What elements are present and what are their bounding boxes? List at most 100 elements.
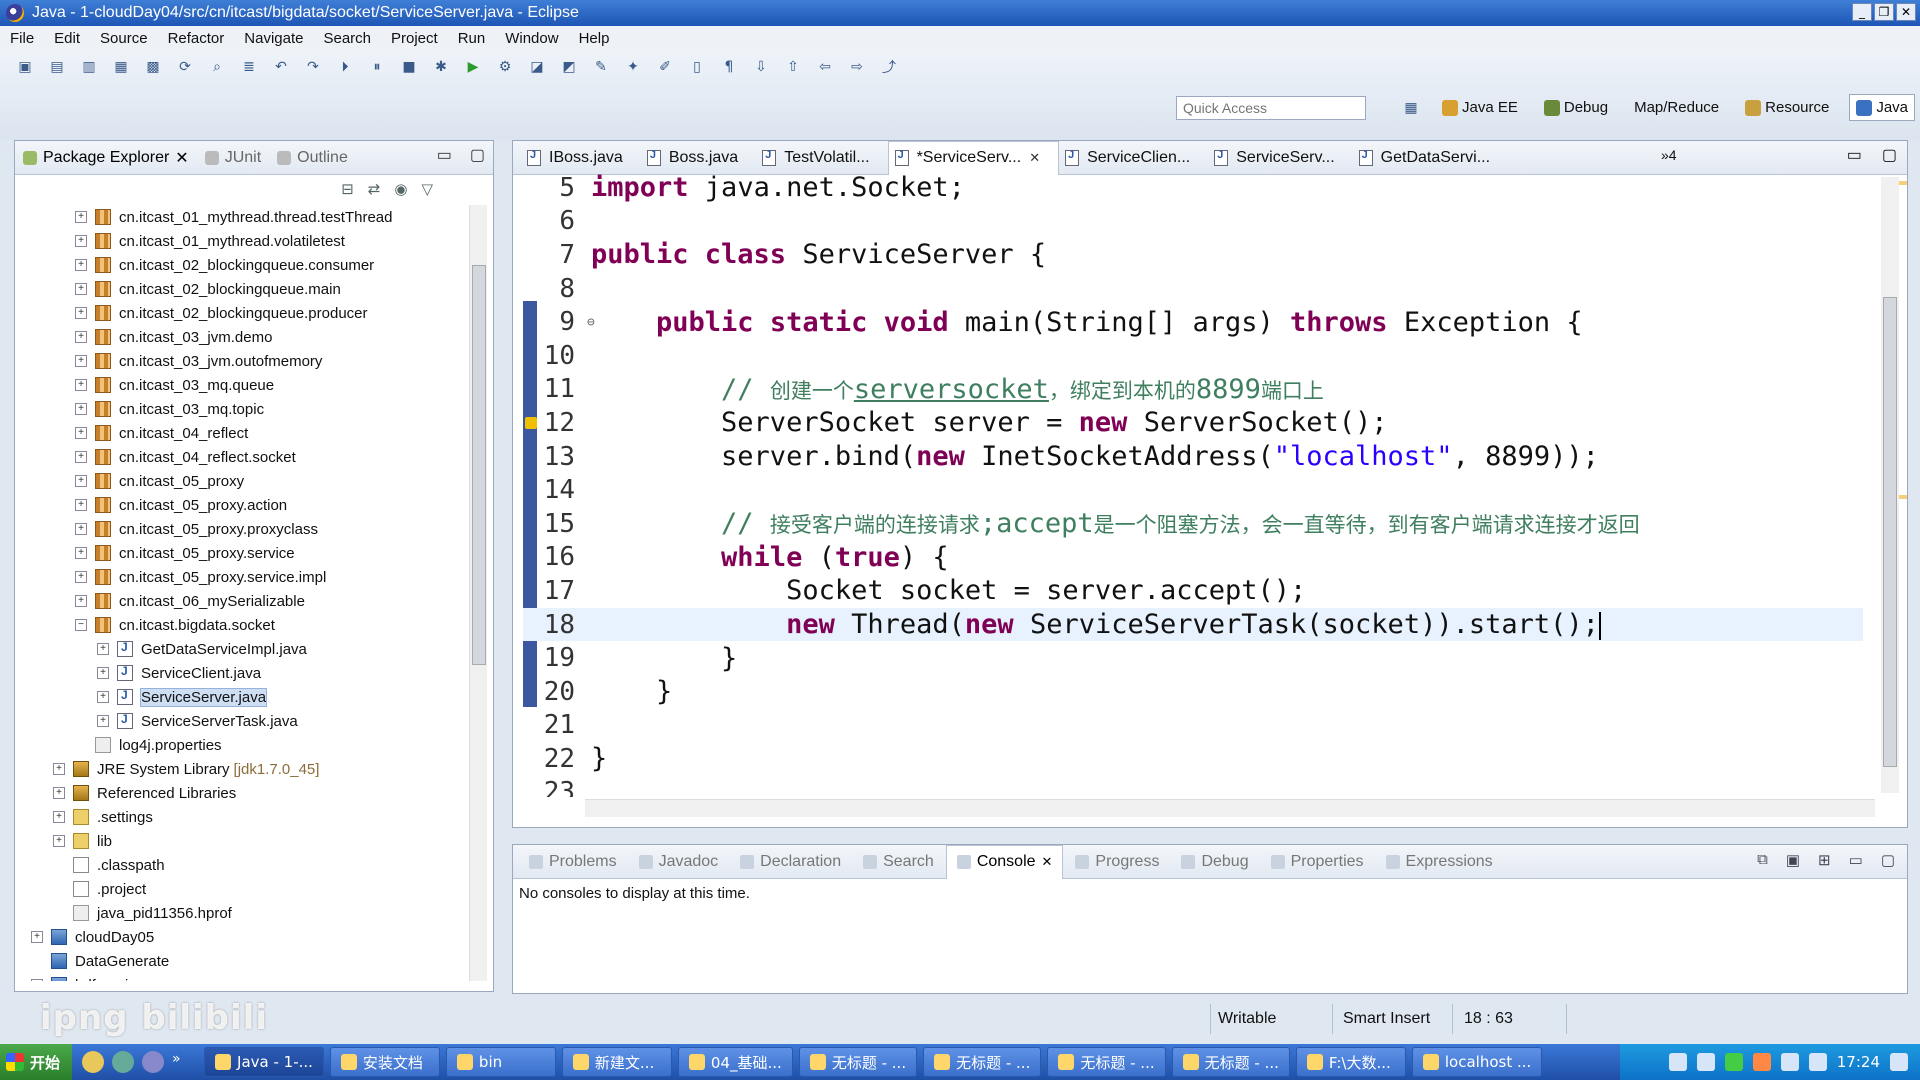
taskbar-task[interactable]: F:\大数... bbox=[1295, 1047, 1406, 1077]
tree-item[interactable]: + Referenced Libraries bbox=[15, 781, 465, 805]
code-line[interactable]: 19 } bbox=[523, 641, 1863, 675]
expand-icon[interactable]: + bbox=[75, 211, 87, 223]
tree-item[interactable]: + GetDataServiceImpl.java bbox=[15, 637, 465, 661]
expand-icon[interactable]: + bbox=[75, 403, 87, 415]
expand-icon[interactable]: + bbox=[75, 235, 87, 247]
scroll-thumb[interactable] bbox=[472, 265, 486, 665]
scroll-thumb[interactable] bbox=[1883, 297, 1897, 767]
perspective-debug[interactable]: Debug bbox=[1538, 95, 1614, 120]
tree-item[interactable]: .classpath bbox=[15, 853, 465, 877]
tree-item[interactable]: + cn.itcast_05_proxy.service.impl bbox=[15, 565, 465, 589]
menu-run[interactable]: Run bbox=[458, 30, 486, 47]
code-line[interactable]: 12 ServerSocket server = new ServerSocke… bbox=[523, 406, 1863, 440]
tree-item[interactable]: + ServiceServer.java bbox=[15, 685, 465, 709]
code-line[interactable]: 18 new Thread(new ServiceServerTask(sock… bbox=[523, 607, 1863, 642]
tree-item[interactable]: log4j.properties bbox=[15, 733, 465, 757]
tree-item[interactable]: + cn.itcast_04_reflect.socket bbox=[15, 445, 465, 469]
tree-item[interactable]: DataGenerate bbox=[15, 949, 465, 973]
tree-item[interactable]: + cn.itcast_02_blockingqueue.consumer bbox=[15, 253, 465, 277]
annotation-icon[interactable]: ✦ bbox=[622, 56, 644, 78]
console-tab-debug[interactable]: Debug bbox=[1171, 845, 1258, 879]
explorer-tab-outline[interactable]: Outline bbox=[277, 149, 348, 167]
pin-icon[interactable]: ⤴ bbox=[878, 56, 900, 78]
minimize-editor-icon[interactable]: ▭ bbox=[1847, 145, 1862, 165]
expand-icon[interactable]: + bbox=[75, 475, 87, 487]
resume-icon[interactable]: ⏵ bbox=[334, 56, 356, 78]
expand-icon[interactable]: + bbox=[53, 835, 65, 847]
code-line[interactable]: 23 bbox=[523, 776, 1863, 797]
tree-item[interactable]: + cn.itcast_01_mythread.thread.testThread bbox=[15, 205, 465, 229]
expand-icon[interactable]: + bbox=[75, 331, 87, 343]
tray-icon[interactable] bbox=[1724, 1053, 1743, 1071]
editor-tab[interactable]: IBoss.java bbox=[521, 141, 641, 175]
tray-icon[interactable] bbox=[1752, 1053, 1771, 1071]
expand-icon[interactable]: + bbox=[75, 283, 87, 295]
stop-icon[interactable]: ■ bbox=[398, 56, 420, 78]
expand-icon[interactable]: + bbox=[31, 979, 43, 981]
tree-item[interactable]: java_pid11356.hprof bbox=[15, 901, 465, 925]
network-icon[interactable] bbox=[1808, 1053, 1827, 1071]
tree-item[interactable]: + cn.itcast_02_blockingqueue.main bbox=[15, 277, 465, 301]
tree-item[interactable]: + JRE System Library [jdk1.7.0_45] bbox=[15, 757, 465, 781]
tree-item[interactable]: + cloudDay05 bbox=[15, 925, 465, 949]
menu-refactor[interactable]: Refactor bbox=[168, 30, 225, 47]
tree-item[interactable]: + cn.itcast_06_mySerializable bbox=[15, 589, 465, 613]
show-desktop-icon[interactable] bbox=[1890, 1053, 1908, 1071]
menu-navigate[interactable]: Navigate bbox=[244, 30, 303, 47]
console-tab-javadoc[interactable]: Javadoc bbox=[629, 845, 729, 879]
open-console-icon[interactable]: ⧉ bbox=[1757, 851, 1768, 869]
console-tab-problems[interactable]: Problems bbox=[519, 845, 627, 879]
new-package-icon[interactable]: ▩ bbox=[142, 56, 164, 78]
minimize-view-icon[interactable]: ▭ bbox=[437, 145, 452, 165]
taskbar-task[interactable]: 安装文档 bbox=[329, 1047, 440, 1077]
warning-icon[interactable] bbox=[525, 416, 537, 429]
expand-icon[interactable]: + bbox=[75, 571, 87, 583]
volume-icon[interactable] bbox=[1780, 1053, 1799, 1071]
save-all-icon[interactable]: ▥ bbox=[78, 56, 100, 78]
taskbar-task[interactable]: localhost ... bbox=[1411, 1047, 1543, 1077]
tree-item[interactable]: + cn.itcast_05_proxy bbox=[15, 469, 465, 493]
expand-icon[interactable]: + bbox=[75, 427, 87, 439]
open-perspective-icon[interactable]: ▦ bbox=[1400, 97, 1422, 119]
expand-icon[interactable]: + bbox=[75, 547, 87, 559]
expand-icon[interactable]: + bbox=[75, 523, 87, 535]
tree-item[interactable]: + cn.itcast_01_mythread.volatiletest bbox=[15, 229, 465, 253]
taskbar-task[interactable]: 无标题 - ... bbox=[1047, 1047, 1166, 1077]
expand-icon[interactable]: + bbox=[75, 307, 87, 319]
console-tab-console[interactable]: Console ✕ bbox=[945, 844, 1064, 879]
minimize-button[interactable]: _ bbox=[1852, 3, 1872, 21]
expand-icon[interactable]: + bbox=[53, 787, 65, 799]
code-line[interactable]: 13 server.bind(new InetSocketAddress("lo… bbox=[523, 440, 1863, 474]
editor-tab[interactable]: ServiceClien... bbox=[1059, 141, 1208, 175]
prev-annotation-icon[interactable]: ⇧ bbox=[782, 56, 804, 78]
tray-icon[interactable] bbox=[1668, 1053, 1687, 1071]
perspective-java[interactable]: Java bbox=[1849, 94, 1916, 121]
expand-icon[interactable]: + bbox=[75, 355, 87, 367]
menu-search[interactable]: Search bbox=[323, 30, 371, 47]
tree-item[interactable]: + cn.itcast_03_jvm.outofmemory bbox=[15, 349, 465, 373]
editor-tab[interactable]: Boss.java bbox=[641, 141, 756, 175]
restore-button[interactable]: ❐ bbox=[1874, 3, 1894, 21]
external-tools-icon[interactable]: ⚙ bbox=[494, 56, 516, 78]
minimize-console-icon[interactable]: ▭ bbox=[1849, 851, 1863, 869]
tree-item[interactable]: + cn.itcast_05_proxy.action bbox=[15, 493, 465, 517]
code-line[interactable]: 16 while (true) { bbox=[523, 541, 1863, 575]
maximize-editor-icon[interactable]: ▢ bbox=[1882, 145, 1897, 165]
undo-icon[interactable]: ↶ bbox=[270, 56, 292, 78]
tree-item[interactable]: + .settings bbox=[15, 805, 465, 829]
block-selection-icon[interactable]: ▯ bbox=[686, 56, 708, 78]
collapse-all-icon[interactable]: ⊟ bbox=[341, 180, 354, 198]
refresh-icon[interactable]: ⟳ bbox=[174, 56, 196, 78]
expand-icon[interactable]: + bbox=[53, 763, 65, 775]
code-line[interactable]: 7 public class ServiceServer { bbox=[523, 238, 1863, 272]
focus-icon[interactable]: ◉ bbox=[394, 180, 407, 198]
tree-item[interactable]: + cn.itcast_04_reflect bbox=[15, 421, 465, 445]
code-line[interactable]: 9 ⊖ public static void main(String[] args… bbox=[523, 305, 1863, 339]
print-icon[interactable]: ▦ bbox=[110, 56, 132, 78]
code-area[interactable]: 5 import java.net.Socket; 6 7 public class S… bbox=[523, 171, 1863, 797]
tree-item[interactable]: + cn.itcast_03_mq.topic bbox=[15, 397, 465, 421]
quick-launch-icon[interactable] bbox=[142, 1051, 165, 1073]
code-line[interactable]: 22} bbox=[523, 742, 1863, 776]
highlight-icon[interactable]: ✐ bbox=[654, 56, 676, 78]
perspective-map-reduce[interactable]: Map/Reduce bbox=[1628, 95, 1725, 120]
